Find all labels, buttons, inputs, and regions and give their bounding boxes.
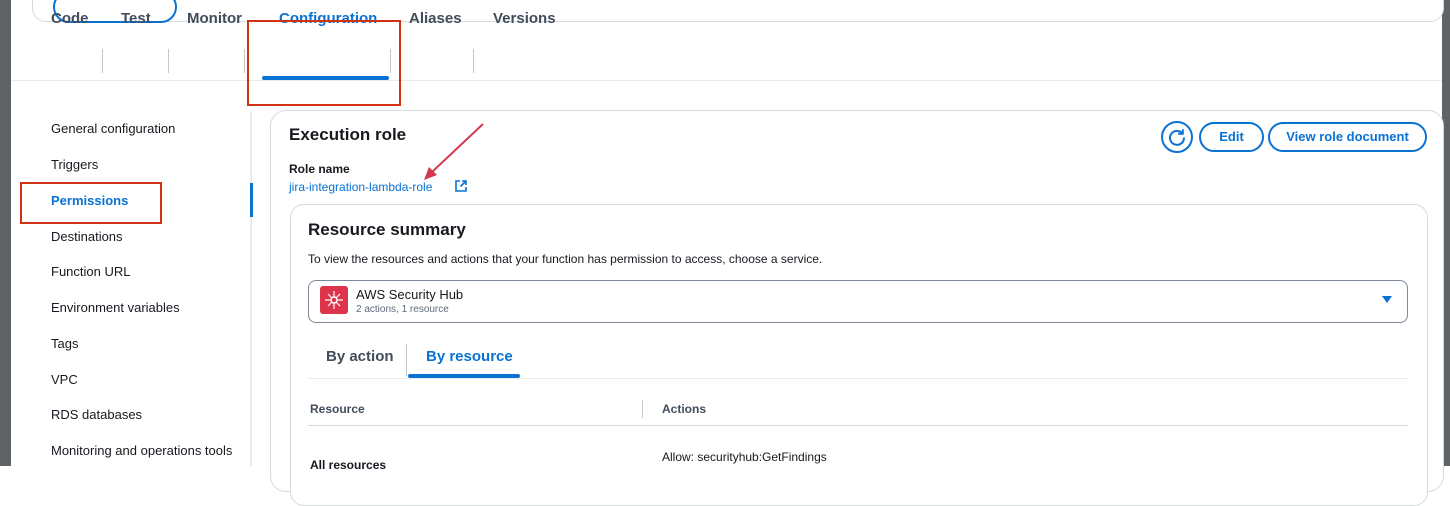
tab-by-action[interactable]: By action — [326, 348, 394, 365]
refresh-icon — [1169, 129, 1186, 146]
column-header-actions: Actions — [662, 402, 707, 416]
subtab-separator — [406, 344, 407, 376]
sidebar-item-monitoring-tools[interactable]: Monitoring and operations tools — [51, 442, 232, 460]
sidebar-active-indicator — [250, 183, 253, 217]
external-link-icon[interactable] — [454, 179, 468, 193]
row-resource: All resources — [310, 458, 387, 472]
sidebar-item-environment-variables[interactable]: Environment variables — [51, 299, 180, 317]
tab-aliases[interactable]: Aliases — [409, 0, 462, 38]
resource-summary-title: Resource summary — [308, 220, 466, 239]
highlight-configuration-tab — [247, 20, 401, 106]
tab-separator — [473, 49, 474, 73]
resource-summary-description: To view the resources and actions that y… — [308, 252, 823, 266]
sidebar-item-rds-databases[interactable]: RDS databases — [51, 406, 142, 424]
caret-down-icon[interactable] — [1382, 296, 1392, 303]
subtabs-divider — [308, 378, 1408, 379]
security-hub-icon — [320, 286, 348, 314]
sidebar-item-general-configuration[interactable]: General configuration — [51, 120, 175, 138]
tab-by-resource[interactable]: By resource — [426, 348, 513, 365]
refresh-button[interactable] — [1161, 121, 1193, 153]
tab-test[interactable]: Test — [121, 0, 151, 38]
sidebar-item-function-url[interactable]: Function URL — [51, 263, 130, 281]
tab-monitor[interactable]: Monitor — [187, 0, 242, 38]
tab-separator — [244, 49, 245, 73]
sidebar-item-vpc[interactable]: VPC — [51, 371, 78, 389]
sidebar-item-destinations[interactable]: Destinations — [51, 228, 123, 246]
column-separator — [642, 400, 643, 418]
sidebar-item-tags[interactable]: Tags — [51, 335, 78, 353]
service-select[interactable] — [308, 280, 1408, 323]
tab-code[interactable]: Code — [51, 0, 89, 38]
row-action: Allow: securityhub:GetFindings — [662, 450, 827, 464]
sidebar-item-triggers[interactable]: Triggers — [51, 156, 98, 174]
service-name: AWS Security Hub — [356, 287, 464, 302]
column-header-resource: Resource — [310, 402, 365, 416]
tab-separator — [102, 49, 103, 73]
tab-separator — [168, 49, 169, 73]
role-name-label: Role name — [289, 162, 350, 176]
role-name-link[interactable]: jira-integration-lambda-role — [289, 180, 432, 194]
table-header-divider — [308, 425, 1408, 426]
tabs-divider — [11, 80, 1442, 81]
execution-role-title: Execution role — [289, 125, 407, 144]
highlight-permissions — [20, 182, 162, 224]
edit-button[interactable]: Edit — [1199, 122, 1264, 152]
service-meta: 2 actions, 1 resource — [356, 304, 449, 315]
function-overview-card — [32, 0, 1444, 23]
sidebar-divider — [250, 111, 252, 466]
tab-versions[interactable]: Versions — [493, 0, 556, 38]
view-role-document-button[interactable]: View role document — [1268, 122, 1427, 152]
window-left-edge — [0, 0, 11, 466]
